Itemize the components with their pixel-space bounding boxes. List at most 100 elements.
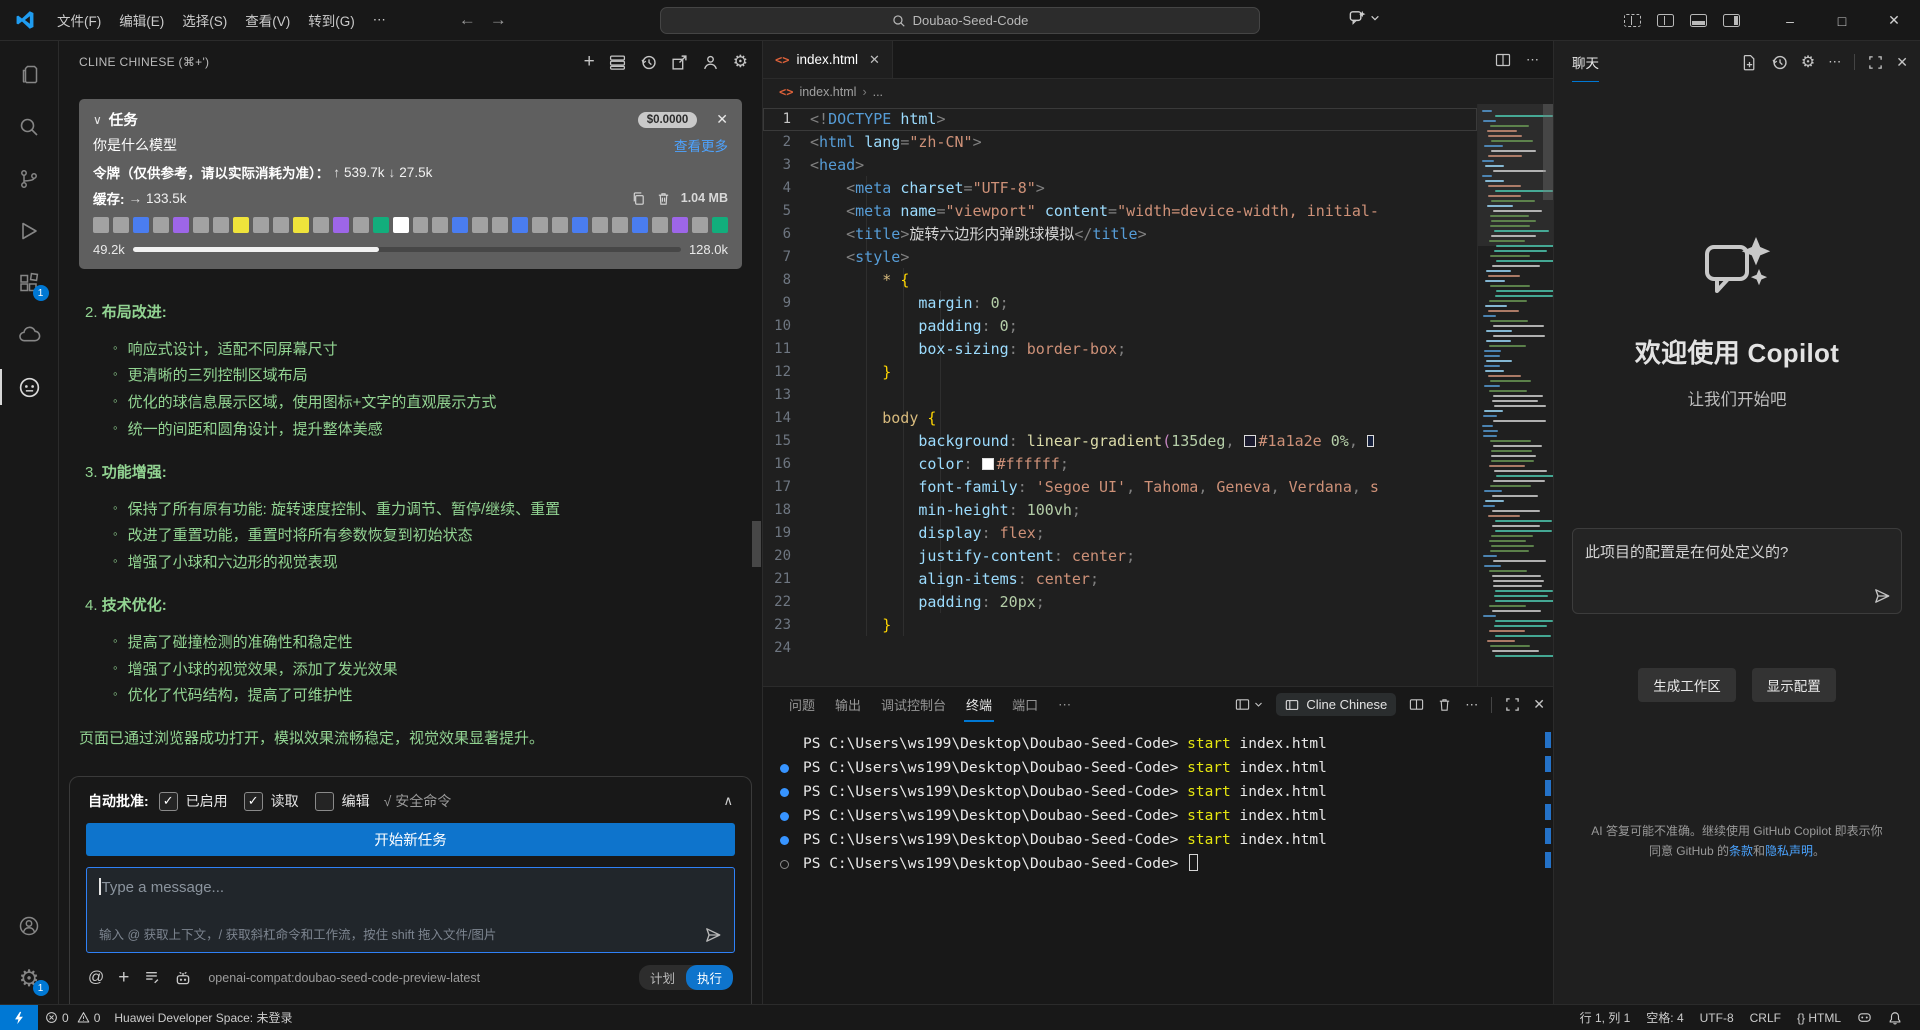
- plan-mode-option[interactable]: 计划: [639, 965, 686, 990]
- send-icon[interactable]: [704, 926, 722, 944]
- code-editor[interactable]: 1<!DOCTYPE html>2<html lang="zh-CN">3<he…: [763, 104, 1553, 686]
- extensions-icon[interactable]: 1: [0, 257, 59, 309]
- new-chat-icon[interactable]: [1741, 54, 1758, 71]
- kill-terminal-icon[interactable]: [1437, 697, 1452, 712]
- copy-icon[interactable]: [631, 191, 646, 206]
- panel-tab-调试控制台[interactable]: 调试控制台: [871, 687, 956, 722]
- close-chat-icon[interactable]: ✕: [1896, 54, 1908, 71]
- cline-extension-icon[interactable]: [0, 361, 59, 413]
- minimap[interactable]: [1477, 104, 1553, 686]
- code-line[interactable]: 5 <meta name="viewport" content="width=d…: [763, 200, 1477, 223]
- window-close-button[interactable]: ✕: [1868, 0, 1920, 41]
- nav-forward-icon[interactable]: →: [490, 10, 507, 30]
- search-sidebar-icon[interactable]: [0, 101, 59, 153]
- code-line[interactable]: 13: [763, 384, 1477, 407]
- task-collapse-icon[interactable]: ∨: [93, 113, 102, 127]
- chat-tab[interactable]: 聊天: [1572, 52, 1599, 82]
- code-line[interactable]: 19 display: flex;: [763, 522, 1477, 545]
- toggle-primary-sidebar-icon[interactable]: [1657, 14, 1674, 27]
- new-terminal-button[interactable]: [1235, 697, 1263, 712]
- panel-tabs-more-icon[interactable]: ⋯: [1048, 687, 1081, 722]
- delete-icon[interactable]: [656, 191, 671, 206]
- code-line[interactable]: 2<html lang="zh-CN">: [763, 131, 1477, 154]
- code-line[interactable]: 22 padding: 20px;: [763, 591, 1477, 614]
- copilot-status-icon[interactable]: [1849, 1010, 1880, 1025]
- code-line[interactable]: 24: [763, 637, 1477, 660]
- code-line[interactable]: 1<!DOCTYPE html>: [763, 108, 1477, 131]
- code-line[interactable]: 12 }: [763, 361, 1477, 384]
- sidebar-scrollbar-thumb[interactable]: [752, 521, 761, 567]
- add-context-icon[interactable]: +: [118, 967, 129, 989]
- mode-toggle[interactable]: 计划 执行: [639, 965, 733, 990]
- code-line[interactable]: 17 font-family: 'Segoe UI', Tahoma, Gene…: [763, 476, 1477, 499]
- open-in-editor-icon[interactable]: [671, 54, 688, 71]
- slash-commands-icon[interactable]: [143, 969, 160, 986]
- remote-indicator[interactable]: [0, 1005, 38, 1030]
- code-line[interactable]: 21 align-items: center;: [763, 568, 1477, 591]
- model-robot-icon[interactable]: [174, 969, 192, 987]
- close-panel-icon[interactable]: ✕: [1533, 696, 1545, 713]
- editor-scrollbar-thumb[interactable]: [1543, 104, 1553, 200]
- command-center-search[interactable]: Doubao-Seed-Code: [660, 7, 1260, 34]
- code-line[interactable]: 3<head>: [763, 154, 1477, 177]
- mention-icon[interactable]: @: [88, 969, 104, 987]
- code-line[interactable]: 11 box-sizing: border-box;: [763, 338, 1477, 361]
- auto-approve-option[interactable]: ✓读取: [244, 791, 299, 811]
- split-terminal-icon[interactable]: [1409, 697, 1424, 712]
- checkbox-unchecked[interactable]: [315, 792, 334, 811]
- code-line[interactable]: 15 background: linear-gradient(135deg, #…: [763, 430, 1477, 453]
- panel-tab-问题[interactable]: 问题: [779, 687, 825, 722]
- code-line[interactable]: 8 * {: [763, 269, 1477, 292]
- nav-back-icon[interactable]: ←: [459, 10, 476, 30]
- code-line[interactable]: 9 margin: 0;: [763, 292, 1477, 315]
- menu-item[interactable]: 选择(S): [173, 6, 236, 34]
- problems-status[interactable]: 0 0: [38, 1005, 107, 1030]
- checkbox-checked[interactable]: ✓: [159, 792, 178, 811]
- customize-layout-icon[interactable]: [1624, 14, 1641, 27]
- menu-item[interactable]: 文件(F): [48, 6, 110, 34]
- panel-tab-端口[interactable]: 端口: [1002, 687, 1048, 722]
- see-more-link[interactable]: 查看更多: [674, 135, 728, 155]
- encoding-status[interactable]: UTF-8: [1692, 1011, 1742, 1025]
- code-line[interactable]: 7 <style>: [763, 246, 1477, 269]
- split-editor-icon[interactable]: [1495, 52, 1511, 68]
- copilot-input[interactable]: 此项目的配置是在何处定义的?: [1572, 528, 1902, 614]
- code-line[interactable]: 10 padding: 0;: [763, 315, 1477, 338]
- huawei-account-status[interactable]: Huawei Developer Space: 未登录: [107, 1005, 299, 1030]
- tab-index-html[interactable]: <> index.html ✕: [763, 41, 893, 78]
- breadcrumb-file[interactable]: index.html: [799, 85, 856, 99]
- code-line[interactable]: 20 justify-content: center;: [763, 545, 1477, 568]
- settings-gear-icon[interactable]: ⚙1: [0, 952, 59, 1004]
- editor-more-actions-icon[interactable]: ⋯: [1526, 52, 1539, 68]
- breadcrumb[interactable]: <> index.html › ...: [763, 79, 1553, 104]
- disclaimer-link[interactable]: 条款: [1729, 844, 1753, 858]
- menu-item[interactable]: 转到(G): [299, 6, 364, 34]
- act-mode-option[interactable]: 执行: [686, 965, 733, 990]
- window-restore-button[interactable]: □: [1816, 0, 1868, 41]
- chat-settings-icon[interactable]: ⚙: [1801, 52, 1815, 72]
- show-config-button[interactable]: 显示配置: [1752, 668, 1836, 702]
- new-task-icon[interactable]: +: [584, 51, 595, 73]
- auto-approve-collapse-icon[interactable]: ∧: [723, 793, 733, 809]
- huawei-cloud-icon[interactable]: [0, 309, 59, 361]
- terminal-instance-cline-chinese[interactable]: Cline Chinese: [1276, 693, 1396, 716]
- checkbox-checked[interactable]: ✓: [244, 792, 263, 811]
- mcp-servers-icon[interactable]: [609, 54, 626, 71]
- settings-icon[interactable]: ⚙: [733, 52, 748, 72]
- copilot-send-icon[interactable]: [1873, 587, 1891, 605]
- menu-item[interactable]: 查看(V): [236, 6, 299, 34]
- language-mode-status[interactable]: {} HTML: [1789, 1011, 1849, 1025]
- code-line[interactable]: 4 <meta charset="UTF-8">: [763, 177, 1477, 200]
- toggle-secondary-sidebar-icon[interactable]: [1723, 14, 1740, 27]
- terminal-more-actions-icon[interactable]: ⋯: [1465, 697, 1478, 713]
- message-input[interactable]: Type a message... 输入 @ 获取上下文，/ 获取斜杠命令和工作…: [86, 867, 735, 953]
- terminal-output[interactable]: PS C:\Users\ws199\Desktop\Doubao-Seed-Co…: [763, 722, 1553, 1004]
- start-new-task-button[interactable]: 开始新任务: [86, 823, 735, 856]
- cursor-position-status[interactable]: 行 1, 列 1: [1572, 1009, 1639, 1026]
- toggle-panel-icon[interactable]: [1690, 14, 1707, 27]
- disclaimer-link[interactable]: 隐私声明: [1765, 844, 1813, 858]
- code-line[interactable]: 14 body {: [763, 407, 1477, 430]
- code-line[interactable]: 23 }: [763, 614, 1477, 637]
- task-close-icon[interactable]: ✕: [716, 111, 728, 128]
- explorer-icon[interactable]: [0, 49, 59, 101]
